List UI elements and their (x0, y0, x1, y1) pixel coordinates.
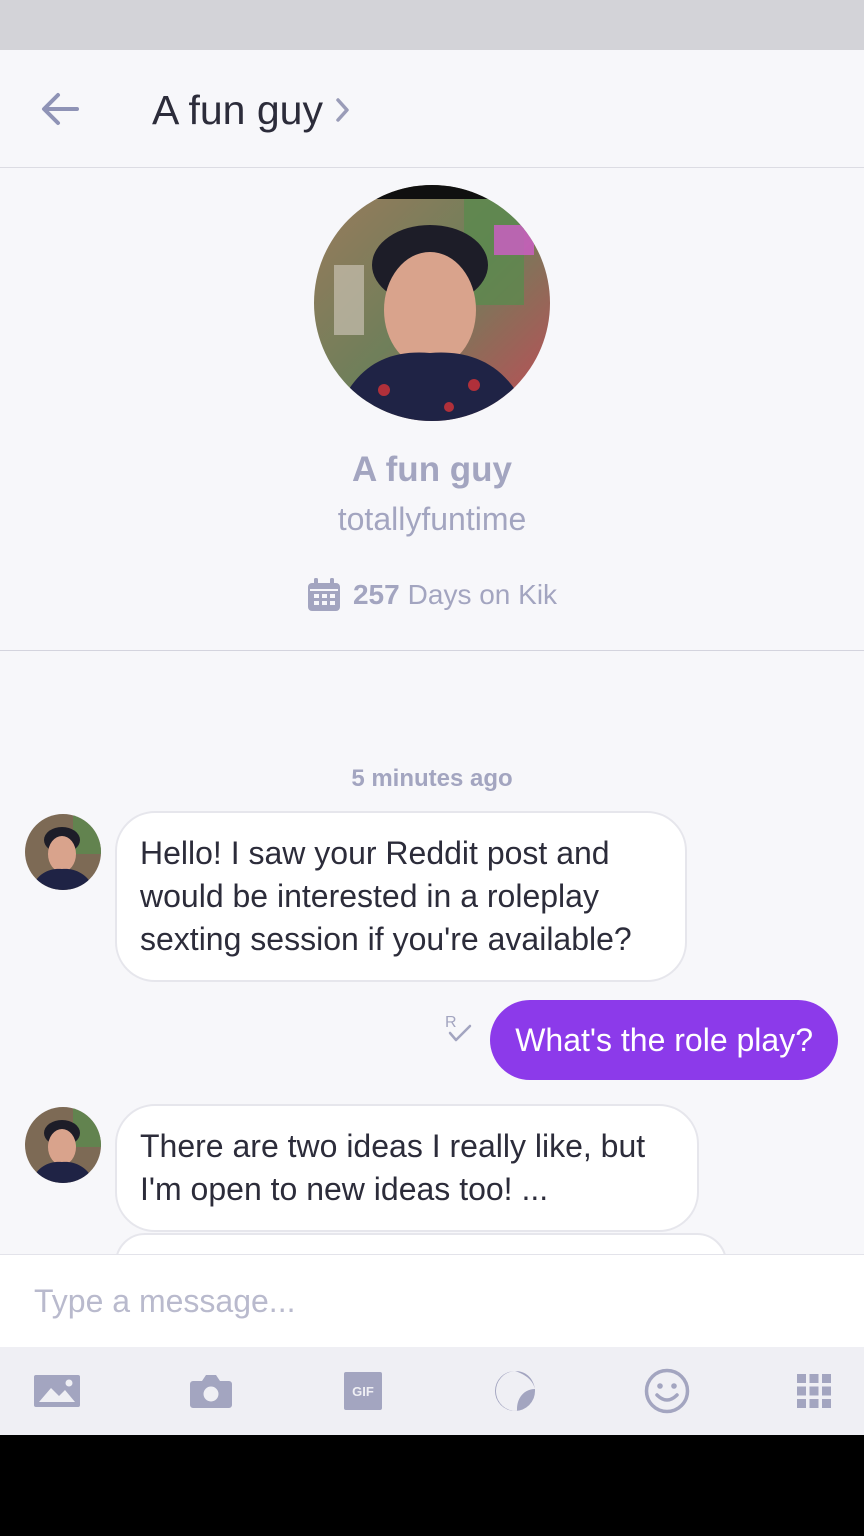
camera-button[interactable] (181, 1367, 241, 1415)
gallery-icon (34, 1375, 80, 1407)
chat-screen: A fun guy A fun guy totallyfuntime 257 D… (0, 50, 864, 1435)
chat-header: A fun guy (0, 50, 864, 168)
conversation-title-button[interactable]: A fun guy (152, 84, 351, 136)
message-timestamp: 5 minutes ago (351, 765, 513, 792)
days-count: 257 (352, 579, 400, 610)
incoming-message-bubble[interactable]: There are two ideas I really like, but I… (115, 1104, 699, 1232)
back-button[interactable] (30, 86, 90, 132)
profile-display-name: A fun guy (351, 450, 513, 489)
sticker-button[interactable] (485, 1367, 545, 1415)
profile-username: totallyfuntime (337, 501, 527, 537)
smiley-icon (644, 1368, 690, 1414)
gallery-button[interactable] (27, 1367, 87, 1415)
apps-button[interactable] (784, 1367, 844, 1415)
svg-text:R: R (445, 1014, 457, 1031)
apps-grid-icon (797, 1374, 831, 1408)
incoming-message-bubble[interactable]: Hello! I saw your Reddit post and would … (115, 811, 687, 982)
days-label: Days on Kik (407, 579, 558, 610)
sender-avatar[interactable] (25, 1107, 101, 1183)
profile-avatar[interactable] (314, 185, 550, 421)
composer-bar (0, 1254, 864, 1347)
sticker-icon (495, 1371, 535, 1412)
emoji-button[interactable] (637, 1367, 697, 1415)
outgoing-message-bubble[interactable]: What's the role play? (490, 1000, 838, 1080)
calendar-icon (307, 578, 340, 611)
conversation-title: A fun guy (152, 86, 323, 133)
system-navigation-bar (0, 1435, 864, 1536)
gif-icon: GIF (344, 1372, 382, 1410)
svg-text:GIF: GIF (352, 1384, 374, 1399)
read-receipt-icon: R (444, 1013, 474, 1047)
message-input[interactable] (0, 1255, 864, 1347)
camera-icon (190, 1375, 232, 1408)
days-on-kik: 257 Days on Kik (0, 578, 864, 612)
chevron-right-icon (335, 97, 351, 123)
sender-avatar[interactable] (25, 814, 101, 890)
status-bar (0, 0, 864, 50)
gif-button[interactable]: GIF (333, 1367, 393, 1415)
media-toolbar: GIF (0, 1347, 864, 1435)
profile-card: A fun guy totallyfuntime 257 Days on Kik (0, 168, 864, 651)
back-arrow-icon (42, 93, 79, 125)
